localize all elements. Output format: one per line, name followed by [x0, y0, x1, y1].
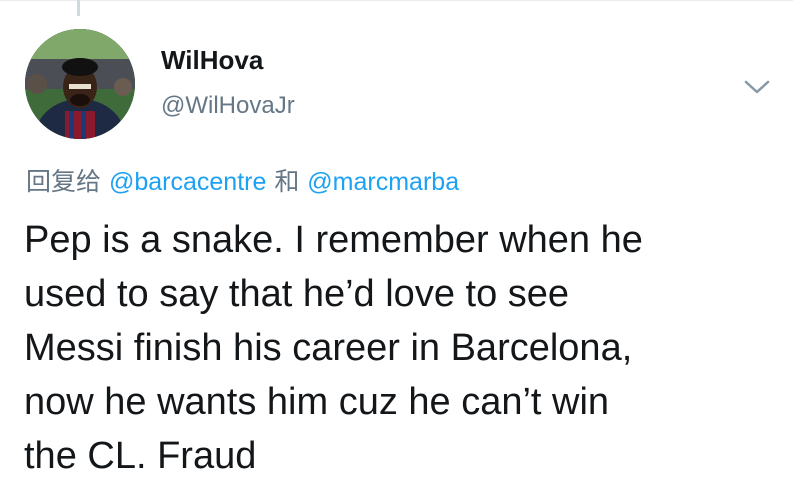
tweet-text-line: now he wants him cuz he can’t win: [24, 381, 610, 423]
reply-context: 回复给 @barcacentre 和 @marcmarba: [26, 162, 459, 198]
tweet-text-line: Messi finish his career in Barcelona,: [24, 327, 633, 369]
mention-link-marcmarba[interactable]: @marcmarba: [307, 168, 459, 196]
tweet-body: Pep is a snake. I remember when he used …: [24, 213, 784, 483]
top-divider: [0, 0, 793, 1]
reply-prefix: 回复给: [26, 167, 102, 196]
tweet-text-line: used to say that he’d love to see: [24, 273, 570, 315]
tweet-menu-button[interactable]: [742, 76, 772, 98]
thread-connector-line: [77, 0, 80, 16]
tweet-text-line: the CL. Fraud: [24, 435, 257, 477]
avatar[interactable]: [25, 29, 135, 139]
author-display-name[interactable]: WilHova: [161, 45, 263, 76]
mention-link-barcacentre[interactable]: @barcacentre: [109, 168, 266, 196]
reply-conjunction: 和: [274, 167, 300, 196]
tweet-text-line: Pep is a snake. I remember when he: [24, 219, 643, 261]
chevron-down-icon: [744, 80, 770, 94]
author-handle[interactable]: @WilHovaJr: [161, 92, 295, 120]
user-avatar-photo-icon: [25, 29, 135, 139]
